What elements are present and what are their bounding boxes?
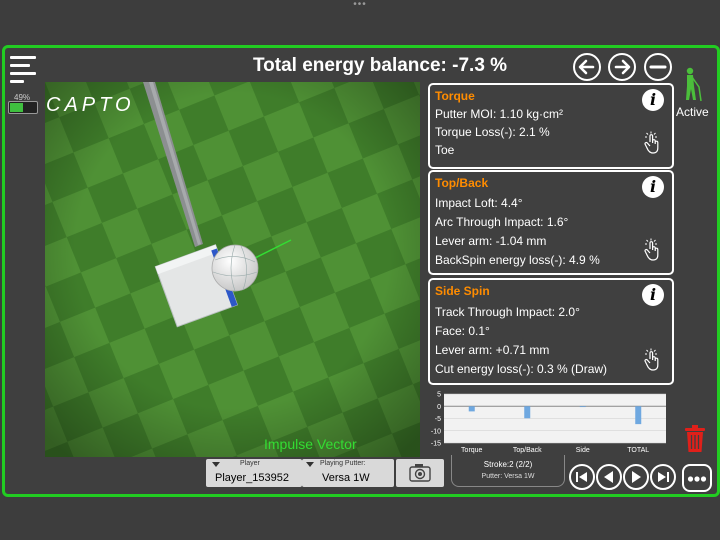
chart-x-tick-label: Top/Back bbox=[513, 447, 542, 454]
putter-label: Playing Putter: bbox=[320, 460, 366, 467]
more-button[interactable] bbox=[682, 464, 712, 492]
topback-line: BackSpin energy loss(-): 4.9 % bbox=[435, 253, 600, 267]
torque-title: Torque bbox=[435, 89, 475, 103]
chart-y-tick-label: -15 bbox=[431, 441, 441, 448]
topback-line: Impact Loft: 4.4° bbox=[435, 196, 523, 210]
torque-panel: Torque Putter MOI: 1.10 kg·cm² Torque Lo… bbox=[428, 83, 674, 169]
capto-logo: CAPTO bbox=[46, 94, 135, 116]
top-handle-dots: ••• bbox=[353, 0, 367, 10]
battery-level bbox=[10, 103, 23, 112]
chart-bar bbox=[468, 406, 475, 412]
chevron-down-icon bbox=[212, 462, 220, 467]
chart-y-tick-label: 5 bbox=[437, 392, 441, 399]
topback-title: Top/Back bbox=[435, 176, 489, 190]
status-label: Active bbox=[676, 105, 709, 119]
putter-value: Versa 1W bbox=[322, 472, 370, 484]
info-icon[interactable]: i bbox=[642, 89, 664, 111]
camera-button[interactable] bbox=[396, 459, 444, 487]
minus-icon bbox=[649, 65, 667, 69]
torque-line: Toe bbox=[435, 143, 455, 157]
torque-line: Torque Loss(-): 2.1 % bbox=[435, 125, 550, 139]
player-label: Player bbox=[240, 460, 260, 467]
chart-bar bbox=[635, 406, 642, 425]
sidespin-line: Lever arm: +0.71 mm bbox=[435, 343, 550, 357]
info-icon[interactable]: i bbox=[642, 284, 664, 306]
stroke-indicator: Stroke:2 (2/2) Putter: Versa 1W bbox=[451, 455, 565, 487]
prev-icon bbox=[604, 471, 613, 483]
tap-hand-icon[interactable] bbox=[642, 131, 662, 155]
scene-graphic bbox=[45, 82, 420, 457]
chart-bar bbox=[524, 406, 531, 419]
back-button[interactable] bbox=[573, 53, 601, 81]
skip-back-icon bbox=[576, 472, 587, 482]
more-icon bbox=[687, 476, 707, 482]
topback-panel: Top/Back Impact Loft: 4.4° Arc Through I… bbox=[428, 170, 674, 275]
menu-icon[interactable] bbox=[10, 52, 38, 83]
stroke-putter: Putter: Versa 1W bbox=[481, 473, 535, 480]
skip-back-button[interactable] bbox=[569, 464, 595, 490]
topback-line: Lever arm: -1.04 mm bbox=[435, 234, 547, 248]
info-icon[interactable]: i bbox=[642, 176, 664, 198]
page-title: Total energy balance: -7.3 % bbox=[252, 55, 508, 76]
chart-y-tick-label: -5 bbox=[435, 416, 441, 423]
sidespin-line: Track Through Impact: 2.0° bbox=[435, 305, 580, 319]
chevron-down-icon bbox=[306, 462, 314, 467]
minimize-button[interactable] bbox=[644, 53, 672, 81]
next-icon bbox=[632, 471, 641, 483]
prev-button[interactable] bbox=[596, 464, 622, 490]
stroke-text: Stroke:2 (2/2) bbox=[483, 460, 533, 469]
golfer-icon[interactable] bbox=[681, 67, 703, 103]
trash-icon[interactable] bbox=[684, 425, 706, 453]
sidespin-line: Cut energy loss(-): 0.3 % (Draw) bbox=[435, 362, 608, 376]
golf-ball bbox=[211, 244, 259, 292]
topback-line: Arc Through Impact: 1.6° bbox=[435, 215, 569, 229]
chart-x-tick-label: Side bbox=[576, 447, 590, 454]
tap-hand-icon[interactable] bbox=[642, 348, 662, 372]
sidespin-panel: Side Spin Track Through Impact: 2.0° Fac… bbox=[428, 278, 674, 385]
chart-bar bbox=[579, 406, 586, 408]
camera-icon bbox=[409, 464, 431, 482]
forward-button[interactable] bbox=[608, 53, 636, 81]
sidespin-line: Face: 0.1° bbox=[435, 324, 490, 338]
skip-forward-icon bbox=[658, 472, 669, 482]
battery-icon bbox=[8, 101, 38, 114]
putter-select[interactable]: Playing Putter: Versa 1W bbox=[302, 459, 394, 487]
chart-y-tick-label: -10 bbox=[431, 428, 441, 435]
putt-scene[interactable] bbox=[45, 82, 420, 457]
arrow-left-icon bbox=[578, 59, 595, 75]
energy-chart: 5 0 -5 -10 -15 Torque Top/Back Side TOTAL bbox=[431, 392, 666, 454]
player-value: Player_153952 bbox=[215, 472, 290, 484]
arrow-right-icon bbox=[614, 59, 631, 75]
tap-hand-icon[interactable] bbox=[642, 238, 662, 262]
torque-line: Putter MOI: 1.10 kg·cm² bbox=[435, 107, 564, 121]
chart-y-tick-label: 0 bbox=[437, 404, 441, 411]
skip-forward-button[interactable] bbox=[650, 464, 676, 490]
sidespin-title: Side Spin bbox=[435, 284, 490, 298]
impulse-vector-label: Impulse Vector bbox=[264, 436, 357, 452]
chart-x-tick-label: TOTAL bbox=[627, 447, 649, 454]
next-button[interactable] bbox=[623, 464, 649, 490]
chart-x-tick-label: Torque bbox=[461, 447, 483, 454]
player-select[interactable]: Player Player_153952 bbox=[206, 459, 302, 487]
